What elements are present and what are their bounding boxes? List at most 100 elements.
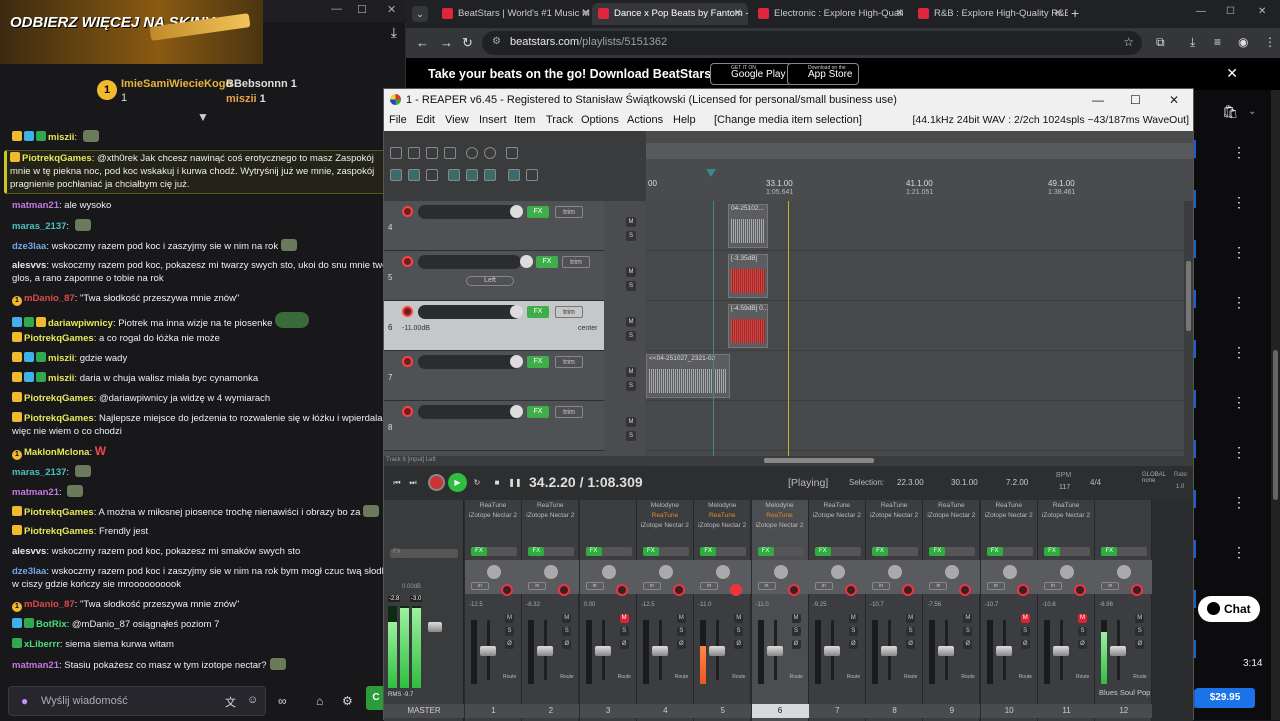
close-tab-icon[interactable]: ✕ [1054, 3, 1062, 25]
fx-bar[interactable]: FX [1101, 547, 1148, 556]
mute-button[interactable]: M [626, 217, 636, 227]
input-select[interactable]: Left [466, 276, 514, 286]
mixer-strip-3[interactable]: FX in 0.00 M S Ø Route 3 [579, 500, 637, 721]
google-play-button[interactable]: GET IT ON Google Play [710, 63, 793, 85]
track-name-field[interactable] [418, 355, 521, 369]
pan-knob[interactable] [1060, 565, 1074, 579]
site-info-icon[interactable]: ⚙ [492, 36, 501, 47]
fx-enable-button[interactable]: FX [528, 547, 545, 556]
input-button[interactable]: in [1044, 582, 1062, 590]
time-signature[interactable]: 4/4 [1090, 478, 1101, 487]
envelope-icon[interactable] [466, 169, 478, 181]
volume-fader[interactable] [480, 646, 496, 656]
go-to-start-icon[interactable]: ⏮ [390, 476, 404, 490]
minimize-icon[interactable]: — [331, 3, 342, 15]
phase-button[interactable]: Ø [1135, 640, 1145, 649]
go-to-end-icon[interactable]: ⏭ [406, 476, 420, 490]
more-options-icon[interactable]: ⋮ [1232, 244, 1246, 261]
extensions-icon[interactable]: ⧉ [1156, 35, 1165, 50]
record-arm-icon[interactable] [402, 406, 413, 417]
solo-button[interactable]: S [626, 281, 636, 291]
fx-slot[interactable]: Melodyne [639, 502, 691, 509]
record-arm-icon[interactable] [558, 584, 571, 596]
fx-bar[interactable]: FX [757, 547, 804, 556]
media-item[interactable]: [-3.35dB] [728, 254, 768, 298]
fx-enable-button[interactable]: FX [814, 547, 831, 556]
pan-knob[interactable] [487, 565, 501, 579]
fx-slot[interactable]: iZotope Nectar 2 [1040, 512, 1092, 519]
media-item[interactable]: <<04-251027_2321-02 [646, 354, 730, 398]
automation-trim-button[interactable]: trim [555, 406, 583, 418]
solo-button[interactable]: S [1020, 627, 1030, 636]
volume-fader[interactable] [651, 646, 668, 656]
selection-length[interactable]: 7.2.00 [1006, 478, 1028, 487]
route-button[interactable]: Route [1019, 674, 1033, 682]
menu-edit[interactable]: Edit [416, 114, 435, 126]
download-icon[interactable]: ⤓ [391, 24, 397, 41]
crossfade-icon[interactable] [484, 169, 496, 181]
mute-button[interactable]: M [626, 317, 636, 327]
channel-points-icon[interactable]: ∞ [278, 694, 287, 708]
input-button[interactable]: in [757, 582, 776, 590]
close-tab-icon[interactable]: ✕ [582, 3, 590, 25]
pan-knob[interactable] [1002, 565, 1017, 579]
fx-bar[interactable]: FX [986, 547, 1033, 556]
more-options-icon[interactable]: ⋮ [1232, 544, 1246, 561]
track-name-field[interactable] [418, 405, 521, 419]
grid-toggle-icon[interactable] [390, 169, 402, 181]
redo-icon[interactable] [484, 147, 496, 159]
record-arm-icon[interactable] [902, 584, 915, 596]
route-button[interactable]: Route [618, 674, 632, 682]
store-icon[interactable]: ⌂ [316, 694, 323, 708]
page-scrollbar[interactable] [1271, 90, 1280, 720]
volume-fader[interactable] [1053, 646, 1069, 656]
route-button[interactable]: Route [847, 674, 861, 682]
mixer-strip-10[interactable]: ReaTune iZotope Nectar 2 FX in -10.7 M S Ø Route… [980, 500, 1038, 721]
mixer-strip-9[interactable]: ReaTune iZotope Nectar 2 FX in -7.56 M S Ø Route… [923, 500, 981, 721]
input-button[interactable]: in [814, 582, 833, 590]
close-icon[interactable]: ✕ [1258, 6, 1266, 17]
address-bar[interactable]: ⚙ beatstars.com/playlists/5151362 ☆ [482, 31, 1142, 55]
close-banner-icon[interactable]: ✕ [1226, 65, 1238, 82]
close-tab-icon[interactable]: ✕ [896, 3, 904, 25]
track-name-field[interactable] [418, 305, 521, 319]
solo-button[interactable]: S [1135, 627, 1145, 636]
phase-button[interactable]: Ø [619, 640, 629, 649]
tab-electronic[interactable]: Electronic : Explore High-Quali ✕ [752, 3, 910, 25]
fx-enable-button[interactable]: FX [1101, 547, 1118, 556]
transport-time[interactable]: 34.2.20 / 1:08.309 [529, 474, 643, 490]
solo-button[interactable]: S [626, 431, 636, 441]
track-name-field[interactable] [418, 205, 521, 219]
volume-knob[interactable] [520, 255, 533, 268]
volume-fader[interactable] [823, 646, 840, 656]
maximize-icon[interactable]: ☐ [357, 3, 367, 16]
pan-knob[interactable] [830, 565, 845, 579]
automation-trim-button[interactable]: trim [555, 206, 583, 218]
phase-button[interactable]: Ø [676, 640, 686, 649]
record-arm-icon[interactable] [1016, 584, 1029, 596]
menu-actions[interactable]: Actions [627, 114, 663, 126]
volume-fader[interactable] [938, 646, 955, 656]
cart-chevron-icon[interactable]: ⌄ [1248, 106, 1256, 117]
record-arm-icon[interactable] [787, 584, 800, 596]
mixer-strip-4[interactable]: Melodyne ReaTune iZotope Nectar 2 FX in -12.5… [636, 500, 694, 721]
pan-knob[interactable] [773, 565, 788, 579]
mute-button[interactable]: M [1020, 614, 1030, 623]
fx-slot[interactable]: ReaTune [754, 512, 806, 519]
volume-fader[interactable] [995, 646, 1012, 656]
fx-button[interactable]: FX [536, 256, 558, 268]
phase-button[interactable]: Ø [505, 640, 514, 649]
rate-value[interactable]: 1.0 [1176, 484, 1184, 490]
track-8[interactable]: 8 FX trim [384, 401, 604, 451]
volume-knob[interactable] [510, 305, 523, 318]
tab-search-icon[interactable]: ⌄ [412, 6, 428, 22]
lock-icon[interactable] [526, 169, 538, 181]
route-button[interactable]: Route [1133, 674, 1147, 682]
fx-enable-button[interactable]: FX [986, 547, 1003, 556]
record-arm-icon[interactable] [402, 306, 413, 317]
mute-button[interactable]: M [1135, 614, 1145, 623]
mute-button[interactable]: M [505, 614, 514, 623]
phase-button[interactable]: Ø [1078, 640, 1087, 649]
back-icon[interactable]: ← [416, 35, 429, 50]
tab-dance-pop[interactable]: Dance x Pop Beats by Fantom - ✕ [592, 3, 748, 25]
